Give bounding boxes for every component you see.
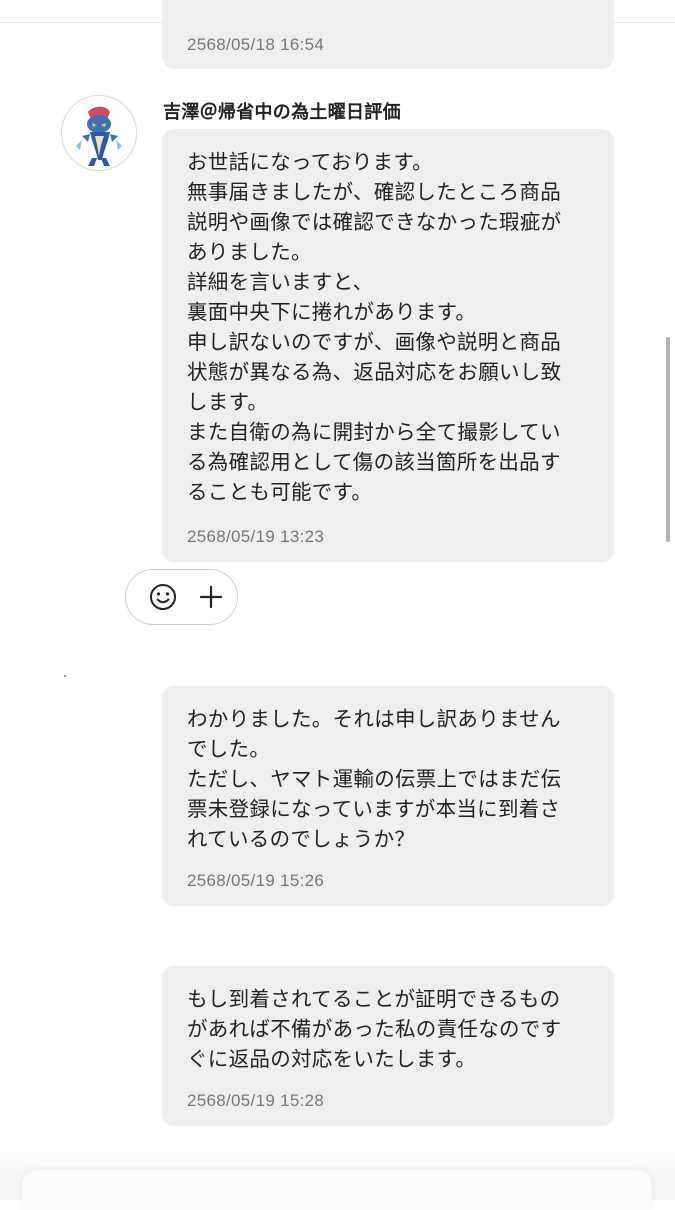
message-timestamp: 2568/05/18 16:54 bbox=[187, 35, 325, 54]
sender-avatar[interactable] bbox=[61, 95, 137, 171]
message-timestamp: 2568/05/19 13:23 bbox=[187, 527, 325, 546]
message-bubble: お世話になっております。 無事届きましたが、確認したところ商品 説明や画像では確… bbox=[162, 129, 614, 562]
message-bubble: わかりました。それは申し訳ありません でした。 ただし、ヤマト運輸の伝票上ではま… bbox=[162, 686, 614, 906]
message-line: でした。 bbox=[187, 737, 271, 761]
message-line: 状態が異なる為、返品対応をお願いし致 bbox=[187, 360, 562, 384]
message-line: ありました。 bbox=[187, 240, 312, 264]
message-line: もし到着されてることが証明できるもの bbox=[187, 987, 561, 1011]
smiley-face-icon bbox=[150, 584, 176, 610]
message-line: 詳細を言いますと、 bbox=[187, 270, 374, 294]
message-line: る為確認用として傷の該当箇所を出品す bbox=[187, 450, 561, 474]
message-line: ることも可能です。 bbox=[187, 480, 373, 504]
message-line: します。 bbox=[187, 390, 269, 414]
add-reaction-button[interactable] bbox=[194, 580, 228, 614]
message-text: お世話になっております。 無事届きましたが、確認したところ商品 説明や画像では確… bbox=[187, 147, 600, 507]
message-timestamp: 2568/05/19 15:26 bbox=[187, 871, 325, 890]
message-line: わかりました。それは申し訳ありません bbox=[187, 707, 561, 731]
divider-dot bbox=[64, 675, 66, 677]
plus-icon bbox=[199, 585, 223, 609]
message-line: れているのでしょうか？ bbox=[187, 827, 416, 851]
message-line: があれば不備があった私の責任なのです bbox=[187, 1017, 562, 1041]
reaction-bar bbox=[125, 569, 238, 625]
message-line: 無事届きましたが、確認したところ商品 bbox=[187, 180, 561, 204]
character-avatar-icon bbox=[62, 96, 136, 170]
message-line: ただし、ヤマト運輸の伝票上ではまだ伝 bbox=[187, 767, 562, 791]
message-line: 票未登録になっていますが本当に到着さ bbox=[187, 797, 561, 821]
message-line: また自衛の為に開封から全て撮影してい bbox=[187, 420, 561, 444]
add-emoji-reaction-button[interactable] bbox=[146, 580, 180, 614]
message-bubble: もし到着されてることが証明できるもの があれば不備があった私の責任なのです ぐに… bbox=[162, 966, 614, 1126]
sender-name[interactable]: 吉澤＠帰省中の為土曜日評価 bbox=[163, 98, 401, 124]
message-line: 裏面中央下に捲れがあります。 bbox=[187, 300, 477, 324]
message-bubble-partial: 2568/05/18 16:54 bbox=[162, 0, 614, 69]
message-timestamp: 2568/05/19 15:28 bbox=[187, 1091, 325, 1110]
message-line: 説明や画像では確認できなかった瑕疵が bbox=[187, 210, 562, 234]
bottom-sheet-edge bbox=[22, 1170, 652, 1210]
scrollbar-thumb[interactable] bbox=[666, 337, 670, 542]
message-line: ぐに返品の対応をいたします。 bbox=[187, 1047, 477, 1071]
message-text: わかりました。それは申し訳ありません でした。 ただし、ヤマト運輸の伝票上ではま… bbox=[187, 704, 600, 854]
message-text: もし到着されてることが証明できるもの があれば不備があった私の責任なのです ぐに… bbox=[187, 984, 600, 1074]
message-line: 申し訳ないのですが、画像や説明と商品 bbox=[187, 330, 561, 354]
message-line: お世話になっております。 bbox=[187, 150, 433, 174]
